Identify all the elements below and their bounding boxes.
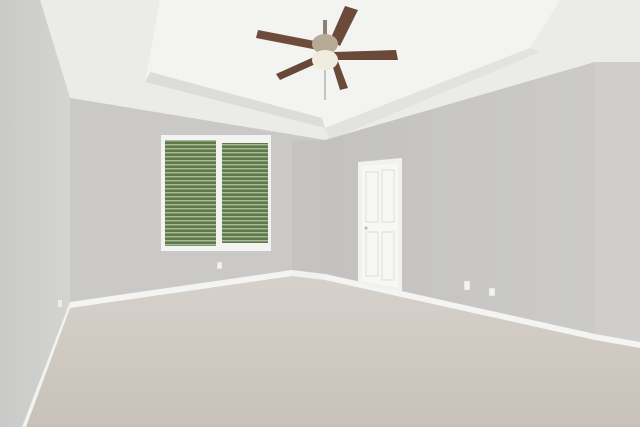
right-corner [595,62,640,348]
outlet-back-wall [216,261,223,270]
wall-column [292,140,325,280]
window-pane-right [222,143,268,243]
fan-downrod [323,20,327,36]
window-pane-left [165,140,216,246]
door-knob [364,226,368,230]
window-mullion [216,140,222,246]
door-panel [362,163,398,288]
room-photo [0,0,640,427]
fan-light [312,50,338,70]
room-illustration [0,0,640,427]
outlet-right-wall-2 [488,287,496,297]
outlet-left-wall [58,300,62,307]
outlet-right-wall-1 [463,280,471,291]
